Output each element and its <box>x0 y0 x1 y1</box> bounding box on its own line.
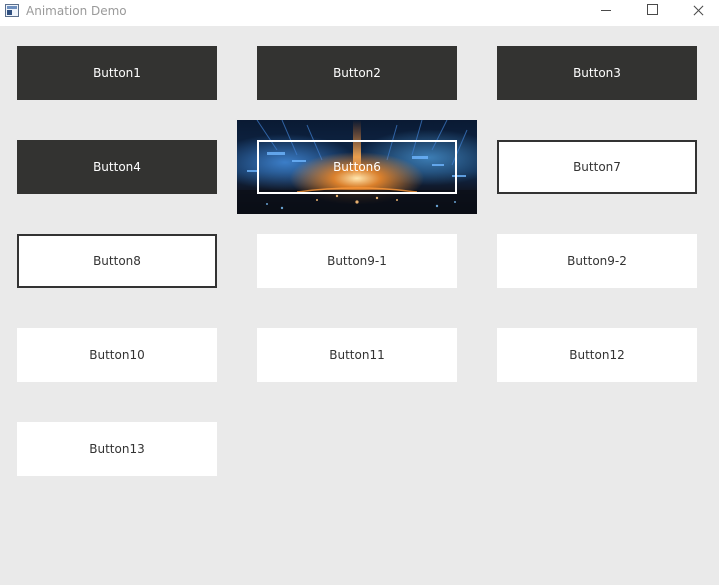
minimize-icon[interactable] <box>583 0 629 22</box>
button-11[interactable]: Button11 <box>257 328 457 382</box>
button-8[interactable]: Button8 <box>17 234 217 288</box>
window-title: Animation Demo <box>26 4 127 18</box>
button-9-2[interactable]: Button9-2 <box>497 234 697 288</box>
button-2[interactable]: Button2 <box>257 46 457 100</box>
button-7[interactable]: Button7 <box>497 140 697 194</box>
space-background-image: Button6 <box>237 120 477 214</box>
button-6[interactable]: Button6 <box>257 140 457 194</box>
app-window: Animation Demo Button1 Button2 Button3 B… <box>0 0 719 585</box>
app-window-icon <box>5 4 19 17</box>
button-10[interactable]: Button10 <box>17 328 217 382</box>
maximize-icon[interactable] <box>629 0 675 22</box>
button-13[interactable]: Button13 <box>17 422 217 476</box>
button-3[interactable]: Button3 <box>497 46 697 100</box>
button-12[interactable]: Button12 <box>497 328 697 382</box>
button-4[interactable]: Button4 <box>17 140 217 194</box>
button-9-1[interactable]: Button9-1 <box>257 234 457 288</box>
close-icon[interactable] <box>675 0 719 22</box>
button-1[interactable]: Button1 <box>17 46 217 100</box>
title-bar[interactable]: Animation Demo <box>0 0 719 26</box>
